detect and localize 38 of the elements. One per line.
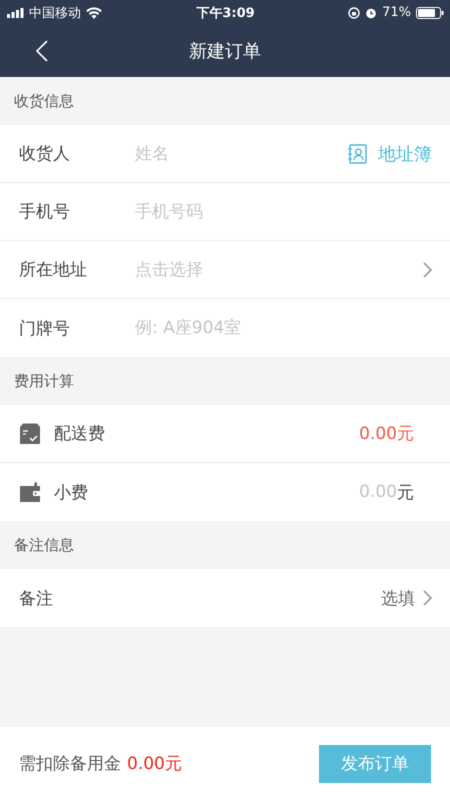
section-header: 收货信息 (13, 90, 75, 112)
deduction-amount: 0.00元 (127, 753, 182, 775)
page-title: 新建订单 (189, 40, 261, 63)
status-time: 下午3:09 (196, 4, 255, 22)
back-icon (36, 40, 48, 62)
section-header: 备注信息 (13, 534, 75, 556)
field-label: 所在地址 (19, 259, 88, 281)
field-label: 手机号 (19, 201, 71, 223)
field-label: 收货人 (19, 143, 71, 165)
back-button[interactable] (34, 38, 50, 64)
battery-icon (416, 6, 444, 18)
input-field[interactable]: 例: A座904室 (135, 318, 432, 338)
chevron-right-icon (423, 590, 432, 606)
tip-input[interactable]: 0.00 (337, 482, 397, 502)
receipt-icon (19, 422, 41, 444)
fee-label: 配送费 (54, 423, 105, 445)
alarm-icon (365, 6, 378, 18)
field-label: 门牌号 (19, 318, 71, 340)
address-book-button[interactable]: 地址簿 (348, 142, 432, 166)
rotation-lock-icon (348, 6, 360, 18)
fee-label: 小费 (54, 482, 88, 504)
carrier-name: 中国移动 (29, 4, 81, 22)
select-field[interactable]: 点击选择 (135, 260, 423, 280)
signal-icon (7, 8, 24, 18)
contact-card-icon (348, 144, 368, 164)
battery-percent: 71% (382, 5, 411, 20)
field-label: 备注 (19, 588, 54, 610)
section-header: 费用计算 (13, 370, 75, 392)
deduction-label: 需扣除备用金 (19, 753, 121, 775)
wifi-icon (86, 6, 102, 18)
chevron-right-icon (423, 262, 432, 278)
currency-unit: 元 (397, 482, 414, 504)
fee-amount: 0.00元 (359, 423, 414, 445)
publish-order-button[interactable]: 发布订单 (319, 744, 431, 782)
wallet-icon (19, 481, 41, 503)
input-field[interactable]: 姓名 (135, 144, 348, 164)
input-field[interactable]: 手机号码 (135, 202, 432, 222)
optional-hint[interactable]: 选填 (381, 586, 415, 610)
